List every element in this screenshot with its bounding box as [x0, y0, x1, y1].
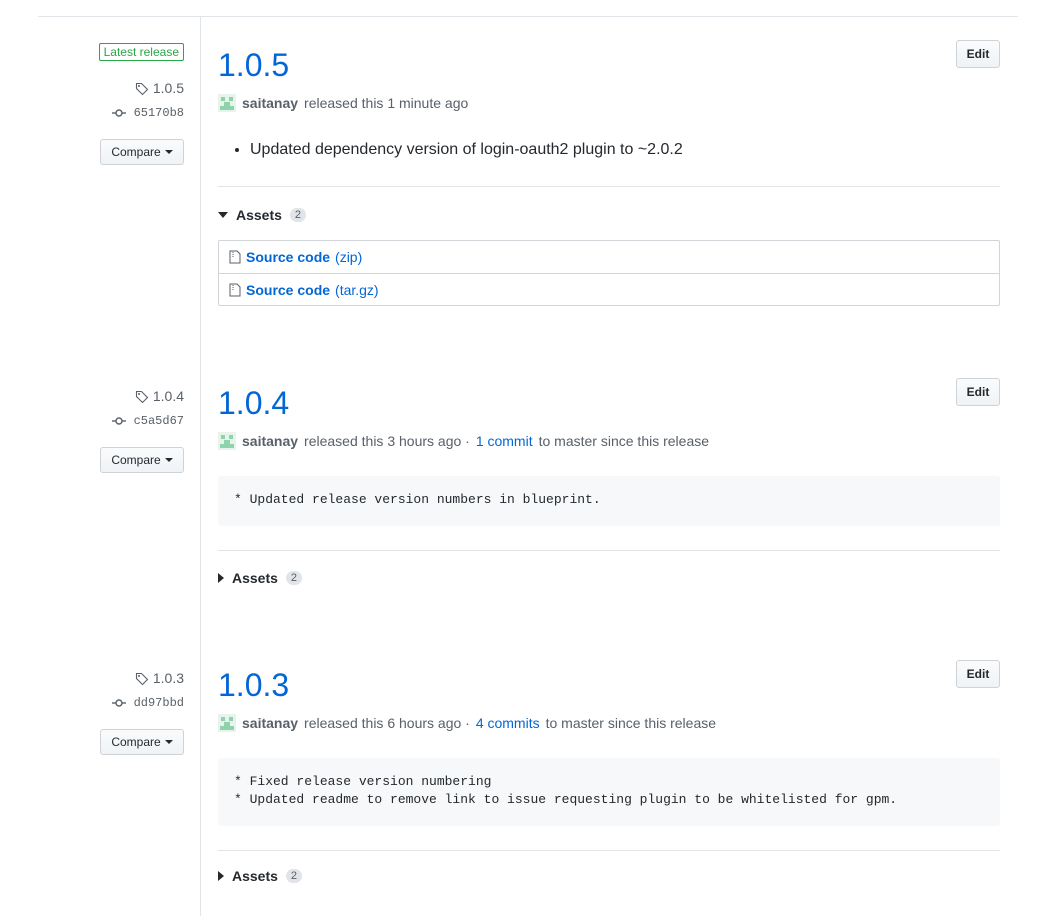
avatar[interactable] [218, 432, 236, 450]
asset-name[interactable]: Source code [246, 249, 330, 265]
release-meta: saitanay released this 6 hours ago · 4 c… [218, 714, 716, 732]
commit-icon [112, 699, 127, 707]
tag-label[interactable]: 1.0.4 [135, 388, 184, 404]
commit-icon [112, 417, 127, 425]
commits-link[interactable]: 1 commit [476, 433, 533, 449]
commits-link[interactable]: 4 commits [476, 715, 540, 731]
top-divider [38, 16, 1018, 17]
edit-button[interactable]: Edit [956, 40, 1000, 68]
caret-down-icon [164, 150, 173, 154]
compare-label: Compare [111, 735, 161, 749]
assets-count-badge: 2 [289, 208, 307, 222]
compare-button[interactable]: Compare [100, 729, 184, 755]
commit-sha: 65170b8 [133, 106, 184, 120]
compare-button[interactable]: Compare [100, 139, 184, 165]
caret-down-icon [164, 458, 173, 462]
commit-link[interactable]: c5a5d67 [112, 414, 184, 428]
latest-release-badge: Latest release [98, 43, 184, 61]
tag-label[interactable]: 1.0.3 [135, 670, 184, 686]
triangle-right-icon [218, 573, 224, 583]
timeline-divider [200, 17, 201, 916]
commit-link[interactable]: dd97bbd [112, 696, 184, 710]
commit-sha: dd97bbd [133, 696, 184, 710]
triangle-down-icon [218, 212, 228, 218]
commit-sha: c5a5d67 [133, 414, 184, 428]
release-title[interactable]: 1.0.3 [218, 665, 289, 705]
list-item: Updated dependency version of login-oaut… [250, 141, 683, 159]
asset-item[interactable]: Source code (tar.gz) [219, 273, 999, 305]
file-zip-icon [229, 250, 241, 264]
assets-toggle[interactable]: Assets 2 [218, 868, 303, 884]
release-meta: saitanay released this 1 minute ago [218, 94, 468, 112]
edit-button[interactable]: Edit [956, 378, 1000, 406]
since-text: to master since this release [538, 433, 710, 449]
author-link[interactable]: saitanay [242, 95, 298, 111]
compare-label: Compare [111, 453, 161, 467]
since-text: to master since this release [545, 715, 717, 731]
edit-button[interactable]: Edit [956, 660, 1000, 688]
asset-name[interactable]: Source code [246, 282, 330, 298]
tag-name: 1.0.5 [152, 80, 184, 96]
assets-list: Source code (zip) Source code (tar.gz) [218, 240, 1000, 306]
tag-icon [135, 673, 149, 686]
divider [218, 550, 1000, 551]
compare-button[interactable]: Compare [100, 447, 184, 473]
assets-count-badge: 2 [285, 869, 303, 883]
tag-icon [135, 391, 149, 404]
tag-name: 1.0.3 [152, 670, 184, 686]
released-text: released this 3 hours ago · [304, 433, 470, 449]
released-text: released this 6 hours ago · [304, 715, 470, 731]
tag-name: 1.0.4 [152, 388, 184, 404]
divider [218, 850, 1000, 851]
release-notes-code: * Fixed release version numbering * Upda… [218, 758, 1000, 826]
assets-toggle[interactable]: Assets 2 [218, 207, 307, 223]
author-link[interactable]: saitanay [242, 715, 298, 731]
assets-toggle[interactable]: Assets 2 [218, 570, 303, 586]
tag-icon [135, 83, 149, 96]
commit-icon [112, 109, 127, 117]
caret-down-icon [164, 740, 173, 744]
release-title[interactable]: 1.0.4 [218, 383, 289, 423]
asset-ext[interactable]: (zip) [335, 249, 362, 265]
released-text: released this 1 minute ago [304, 95, 469, 111]
release-meta: saitanay released this 3 hours ago · 1 c… [218, 432, 709, 450]
asset-item[interactable]: Source code (zip) [219, 241, 999, 273]
release-title[interactable]: 1.0.5 [218, 45, 289, 85]
divider [218, 186, 1000, 187]
asset-ext[interactable]: (tar.gz) [335, 282, 379, 298]
tag-label[interactable]: 1.0.5 [135, 80, 184, 96]
assets-count-badge: 2 [285, 571, 303, 585]
assets-label: Assets [232, 570, 278, 586]
commit-link[interactable]: 65170b8 [112, 106, 184, 120]
compare-label: Compare [111, 145, 161, 159]
triangle-right-icon [218, 871, 224, 881]
assets-label: Assets [232, 868, 278, 884]
author-link[interactable]: saitanay [242, 433, 298, 449]
assets-label: Assets [236, 207, 282, 223]
avatar[interactable] [218, 714, 236, 732]
release-notes: Updated dependency version of login-oaut… [226, 141, 683, 159]
release-notes-code: * Updated release version numbers in blu… [218, 476, 1000, 526]
avatar[interactable] [218, 94, 236, 112]
file-zip-icon [229, 283, 241, 296]
